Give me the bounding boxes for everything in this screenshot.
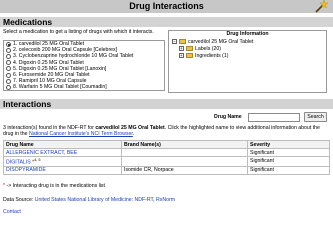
medications-list: 1. carvedilol 25 MG Oral Tablet 2. celec…	[3, 40, 165, 91]
drug-name-link[interactable]: DIGITALIS	[6, 160, 31, 166]
nci-term-browser-link[interactable]: National Cancer Institute's NCI Term Bro…	[29, 131, 133, 137]
radio-button[interactable]	[6, 66, 11, 72]
drug-name-input[interactable]	[248, 113, 300, 122]
table-row: ALLERGENIC EXTRACT, BEE Significant	[3, 148, 330, 157]
drug-information-header: Drug Information	[226, 31, 269, 37]
radio-button[interactable]	[6, 53, 11, 59]
drug-name-link[interactable]: DISOPYRAMIDE	[6, 167, 46, 173]
tree-item-labels[interactable]: + Labels (20)	[172, 45, 324, 52]
severity-cell: Significant	[247, 165, 330, 175]
data-source: Data Source: United States National Libr…	[3, 197, 176, 203]
drug-name-link[interactable]: ALLERGENIC EXTRACT, BEE	[6, 150, 77, 156]
table-row: DIGITALIS *4, 5 Significant	[3, 156, 330, 167]
radio-button[interactable]	[6, 84, 11, 90]
medications-header: Medications	[0, 17, 333, 27]
interactions-table: Drug Name Brand Name(s) Severity ALLERGE…	[3, 140, 330, 175]
expand-icon[interactable]: +	[179, 53, 184, 58]
list-item[interactable]: 8. Warfarin 5 MG Oral Tablet [Coumadin]	[4, 84, 164, 90]
interactions-summary: 3 interaction(s) found in the NDF-RT for…	[3, 125, 320, 137]
medications-instructions: Select a medication to get a listing of …	[3, 29, 154, 35]
column-header: Brand Name(s)	[121, 140, 248, 149]
title-bar: Drug Interactions	[0, 0, 333, 13]
radio-button[interactable]	[6, 60, 11, 66]
folder-icon	[179, 39, 186, 44]
legend: * -> Interacting drug is in the medicati…	[3, 183, 105, 189]
reference-superscript: 4, 5	[34, 158, 41, 162]
radio-button[interactable]	[6, 41, 11, 47]
contact-link[interactable]: Contact	[3, 209, 21, 215]
severity-cell: Significant	[247, 148, 330, 157]
drug-information-panel: Drug Information − carvedilol 25 MG Oral…	[168, 30, 327, 93]
drug-name-label: Drug Name	[214, 114, 242, 120]
brand-cell	[121, 148, 248, 157]
table-row: DISOPYRAMIDE Isomide CR, Norpace Signifi…	[3, 165, 330, 175]
severity-cell: Significant	[247, 156, 330, 167]
radio-button[interactable]	[6, 78, 11, 84]
folder-icon	[186, 53, 193, 58]
interactions-header: Interactions	[0, 99, 333, 109]
table-header-row: Drug Name Brand Name(s) Severity	[3, 140, 330, 149]
page-title: Drug Interactions	[129, 1, 204, 11]
folder-icon	[186, 46, 193, 51]
column-header: Drug Name	[3, 140, 122, 149]
collapse-icon[interactable]: −	[172, 39, 177, 44]
brand-cell	[121, 156, 248, 167]
tree-root[interactable]: − carvedilol 25 MG Oral Tablet	[172, 38, 324, 45]
radio-button[interactable]	[6, 47, 11, 53]
search-button[interactable]: Search	[304, 112, 327, 122]
expand-icon[interactable]: +	[179, 46, 184, 51]
column-header: Severity	[247, 140, 330, 149]
drug-information-tree: − carvedilol 25 MG Oral Tablet + Labels …	[172, 38, 324, 59]
brand-cell: Isomide CR, Norpace	[121, 165, 248, 175]
ndf-rt-link[interactable]: United States National Library of Medici…	[35, 197, 153, 203]
magic-wand-icon[interactable]	[314, 0, 328, 13]
radio-button[interactable]	[6, 72, 11, 78]
tree-item-ingredients[interactable]: + Ingredients (1)	[172, 52, 324, 59]
rxnorm-link[interactable]: RxNorm	[156, 197, 175, 203]
